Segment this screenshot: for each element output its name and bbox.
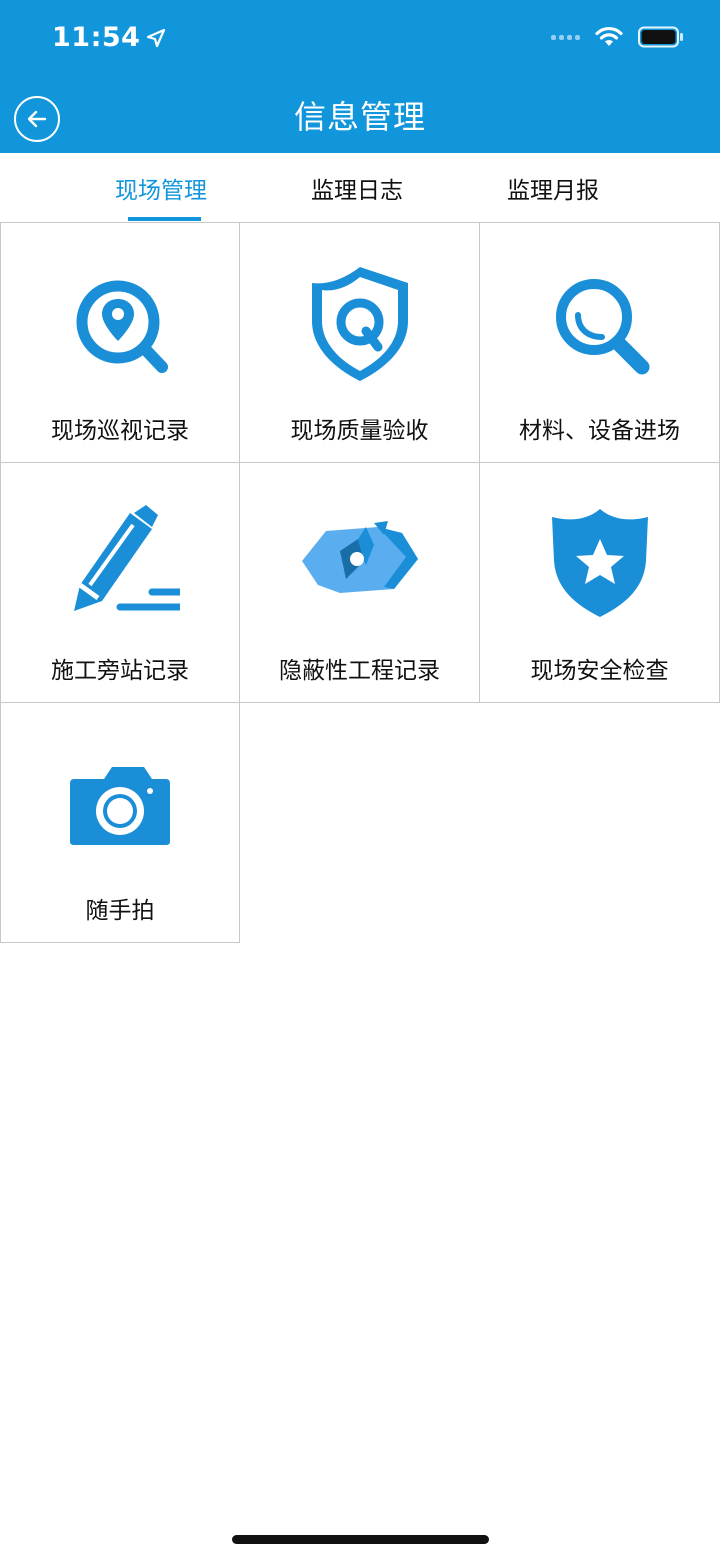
- cellular-signal-icon: [551, 34, 580, 40]
- magnifier-icon: [555, 279, 649, 375]
- wifi-icon: [595, 26, 623, 46]
- shield-q-icon: [311, 267, 408, 381]
- location-search-icon: [76, 280, 168, 373]
- grid-item-label: 随手拍: [85, 898, 155, 924]
- grid-item-label: 材料、设备进场: [519, 418, 680, 444]
- camera-icon: [70, 767, 170, 845]
- grid-item-materials-equipment-entry[interactable]: 材料、设备进场: [480, 223, 720, 463]
- grid-item-site-quality-acceptance[interactable]: 现场质量验收: [240, 223, 480, 463]
- grid-item-concealed-works-record[interactable]: 隐蔽性工程记录: [240, 463, 480, 703]
- grid-item-site-safety-inspection[interactable]: 现场安全检查: [480, 463, 720, 703]
- grid-item-snapshot[interactable]: 随手拍: [0, 703, 240, 943]
- grid-item-construction-side-station-record[interactable]: 施工旁站记录: [0, 463, 240, 703]
- grid-item-site-patrol-record[interactable]: 现场巡视记录: [0, 223, 240, 463]
- grid-item-label: 现场巡视记录: [51, 418, 189, 444]
- page-title: 信息管理: [293, 98, 426, 136]
- grid-item-label: 现场安全检查: [530, 658, 669, 684]
- broken-block-icon: [301, 521, 418, 593]
- function-grid: 现场巡视记录 现场质量验收 材料、设备进场 施工旁站记录 隐蔽性工程记录 现场安…: [0, 223, 720, 943]
- grid-item-label: 隐蔽性工程记录: [279, 658, 440, 684]
- pencil-icon: [74, 505, 180, 611]
- tab-supervision-log[interactable]: 监理日志: [311, 171, 403, 205]
- tab-site-management[interactable]: 现场管理: [115, 171, 207, 205]
- app-header: 11:54 信息管理: [0, 0, 720, 153]
- status-time-text: 11:54: [52, 22, 141, 53]
- status-bar-right: [551, 26, 684, 48]
- home-indicator[interactable]: [232, 1535, 489, 1544]
- location-arrow-icon: [147, 28, 166, 47]
- grid-item-label: 施工旁站记录: [51, 658, 189, 684]
- tab-bar: 现场管理 监理日志 监理月报: [0, 153, 720, 223]
- battery-icon: [638, 26, 683, 48]
- shield-star-icon: [551, 509, 648, 617]
- status-bar-time: 11:54: [52, 22, 166, 53]
- grid-item-label: 现场质量验收: [290, 418, 429, 444]
- active-tab-indicator: [128, 217, 201, 221]
- tab-supervision-monthly-report[interactable]: 监理月报: [507, 171, 599, 205]
